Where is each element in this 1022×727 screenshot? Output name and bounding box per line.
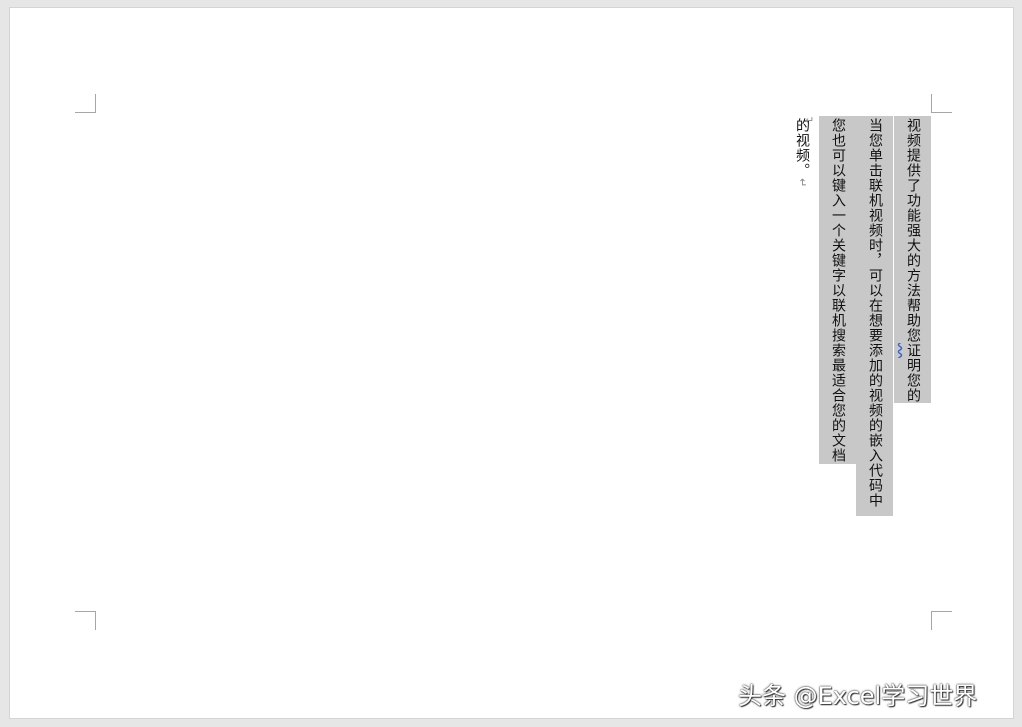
paragraph-1-text: 视频提供了功能强大的方法帮助您 [905, 118, 921, 343]
watermark: 头条 @Excel学习世界 [738, 682, 978, 710]
paragraph-mark-icon: ↵ [796, 178, 809, 189]
paragraph-3[interactable]: 您也可以键入一个关键字以联机搜索最适合您的文档的视频。↵ [794, 116, 856, 464]
document-page[interactable]: 视频提供了功能强大的方法帮助您证明您的观点。↵ 当您单击联机视频时，可以在想要添… [10, 8, 1013, 718]
empty-paragraph-mark-icon: ↵ [805, 114, 815, 127]
crop-mark-bottom-left [75, 611, 96, 630]
paragraph-1[interactable]: 视频提供了功能强大的方法帮助您证明您的观点。↵ [869, 116, 931, 403]
paragraph-2[interactable]: 当您单击联机视频时，可以在想要添加的视频的嵌入代码中进行粘贴。↵ [831, 116, 893, 516]
spelling-squiggle[interactable]: 证 [905, 343, 921, 358]
crop-mark-top-right [931, 94, 952, 113]
paragraph-3-text: 您也可以键入一个关键字以联机搜索最适合您的文档的视频。 [794, 118, 846, 463]
crop-mark-top-left [75, 94, 96, 113]
crop-mark-bottom-right [931, 611, 952, 630]
